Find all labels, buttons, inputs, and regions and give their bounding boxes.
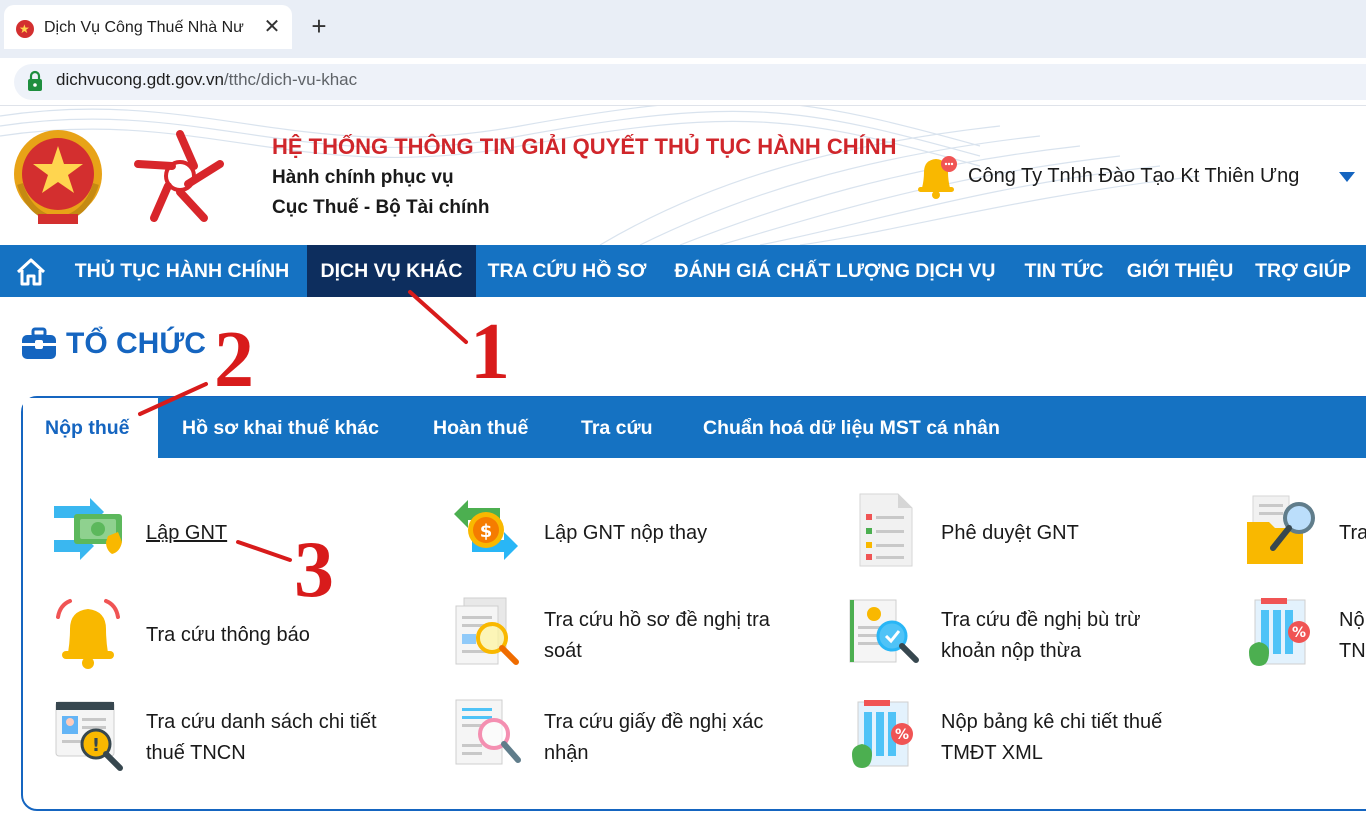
document-search-icon[interactable] bbox=[448, 594, 524, 670]
document-checklist-icon[interactable] bbox=[846, 492, 922, 568]
site-favicon-icon bbox=[16, 20, 34, 38]
document-verify-icon[interactable] bbox=[846, 594, 922, 670]
nav-tin-tuc[interactable]: TIN TỨC bbox=[1012, 245, 1116, 297]
service-tra-cuu-ho-so-line2[interactable]: soát bbox=[544, 636, 582, 667]
nav-danh-gia-chat-luong[interactable]: ĐÁNH GIÁ CHẤT LƯỢNG DỊCH VỤ bbox=[658, 245, 1012, 297]
tax-percent-icon[interactable]: % bbox=[1243, 594, 1319, 670]
service-col4-row2-line2[interactable]: TN bbox=[1339, 636, 1366, 667]
new-tab-icon[interactable]: + bbox=[305, 12, 333, 40]
nav-tra-cuu-ho-so[interactable]: TRA CỨU HỒ SƠ bbox=[476, 245, 658, 297]
service-col4-row2-line1[interactable]: Nộ bbox=[1339, 605, 1365, 636]
money-transfer-icon[interactable] bbox=[50, 492, 126, 568]
svg-text:!: ! bbox=[92, 735, 100, 756]
user-account-name[interactable]: Công Ty Tnhh Đào Tạo Kt Thiên Ưng bbox=[968, 165, 1299, 188]
tab-ho-so-khai-thue-khac[interactable]: Hồ sơ khai thuế khác bbox=[182, 412, 379, 444]
url-host: dichvucong.gdt.gov.vn bbox=[56, 70, 224, 89]
svg-text:%: % bbox=[1292, 625, 1306, 641]
profile-warning-icon[interactable]: ! bbox=[50, 696, 126, 772]
tab-title: Dịch Vụ Công Thuế Nhà Nư bbox=[44, 19, 244, 36]
browser-tab[interactable]: Dịch Vụ Công Thuế Nhà Nư ✕ bbox=[4, 5, 292, 49]
nav-thu-tuc-hanh-chinh[interactable]: THỦ TỤC HÀNH CHÍNH bbox=[58, 245, 306, 297]
tab-hoan-thue[interactable]: Hoàn thuế bbox=[433, 412, 528, 444]
folder-search-icon[interactable] bbox=[1243, 492, 1319, 568]
section-title: TỔ CHỨC bbox=[66, 327, 206, 360]
tab-nop-thue[interactable]: Nộp thuế bbox=[45, 412, 129, 444]
notification-bell-icon[interactable] bbox=[912, 150, 962, 200]
chevron-down-icon[interactable] bbox=[1338, 170, 1356, 184]
service-tmdt-line2[interactable]: TMĐT XML bbox=[941, 738, 1043, 769]
service-tncn-line2[interactable]: thuế TNCN bbox=[146, 738, 246, 769]
service-lap-gnt-nop-thay[interactable]: Lập GNT nộp thay bbox=[544, 518, 707, 549]
close-tab-icon[interactable]: ✕ bbox=[260, 15, 284, 39]
tab-chuan-hoa-du-lieu[interactable]: Chuẩn hoá dữ liệu MST cá nhân bbox=[703, 412, 1000, 444]
service-tra-cuu-thong-bao[interactable]: Tra cứu thông báo bbox=[146, 620, 310, 651]
public-service-logo-icon bbox=[134, 130, 224, 222]
tab-tra-cuu[interactable]: Tra cứu bbox=[581, 412, 653, 444]
url-text[interactable]: dichvucong.gdt.gov.vn/tthc/dich-vu-khac bbox=[56, 70, 357, 90]
nav-gioi-thieu[interactable]: GIỚI THIỆU bbox=[1116, 245, 1244, 297]
service-tra-cuu-ho-so-line1[interactable]: Tra cứu hồ sơ đề nghị tra bbox=[544, 605, 770, 636]
service-tmdt-line1[interactable]: Nộp bảng kê chi tiết thuế bbox=[941, 707, 1162, 738]
service-bu-tru-line2[interactable]: khoản nộp thừa bbox=[941, 636, 1081, 667]
annotation-step-1: 1 bbox=[470, 308, 510, 396]
national-emblem-icon bbox=[14, 130, 102, 224]
coin-exchange-icon[interactable]: $ bbox=[448, 492, 524, 568]
service-lap-gnt[interactable]: Lập GNT bbox=[146, 518, 227, 549]
system-title: HỆ THỐNG THÔNG TIN GIẢI QUYẾT THỦ TỤC HÀ… bbox=[272, 134, 897, 159]
secure-lock-icon[interactable] bbox=[26, 70, 44, 92]
header-organization: Cục Thuế - Bộ Tài chính bbox=[272, 197, 490, 218]
url-path: /tthc/dich-vu-khac bbox=[223, 70, 358, 89]
service-bu-tru-line1[interactable]: Tra cứu đề nghị bù trừ bbox=[941, 605, 1140, 636]
nav-tro-giup[interactable]: TRỢ GIÚP bbox=[1244, 245, 1362, 297]
annotation-step-2: 2 bbox=[214, 316, 254, 404]
service-xac-nhan-line1[interactable]: Tra cứu giấy đề nghị xác bbox=[544, 707, 763, 738]
service-xac-nhan-line2[interactable]: nhận bbox=[544, 738, 589, 769]
service-col4-row1[interactable]: Tra bbox=[1339, 518, 1366, 549]
annotation-step-3: 3 bbox=[294, 526, 334, 614]
tax-report-icon[interactable]: % bbox=[846, 696, 922, 772]
service-tncn-line1[interactable]: Tra cứu danh sách chi tiết bbox=[146, 707, 377, 738]
svg-text:$: $ bbox=[480, 521, 493, 542]
service-phe-duyet-gnt[interactable]: Phê duyệt GNT bbox=[941, 518, 1079, 549]
home-icon[interactable] bbox=[14, 255, 48, 289]
nav-dich-vu-khac[interactable]: DỊCH VỤ KHÁC bbox=[307, 245, 476, 297]
svg-text:%: % bbox=[895, 727, 909, 743]
briefcase-icon bbox=[22, 327, 56, 359]
certificate-search-icon[interactable] bbox=[448, 696, 524, 772]
alarm-bell-icon[interactable] bbox=[50, 597, 126, 673]
header-subtitle: Hành chính phục vụ bbox=[272, 167, 454, 188]
